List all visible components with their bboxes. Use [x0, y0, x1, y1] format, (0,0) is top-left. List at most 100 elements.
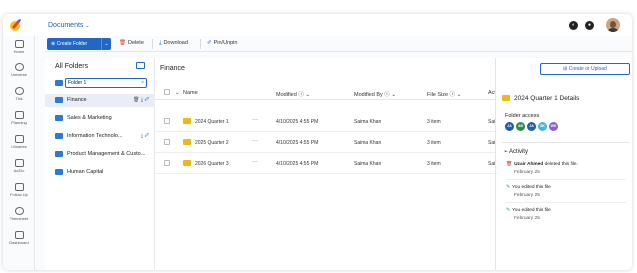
- select-all-checkbox[interactable]: [164, 89, 170, 95]
- branch-icon: [14, 183, 24, 191]
- trash-icon: 🗑: [119, 40, 126, 46]
- folder-icon: [55, 115, 63, 121]
- close-icon[interactable]: ×: [141, 79, 144, 87]
- col-name[interactable]: Name: [183, 90, 198, 96]
- left-rail: Home Universe Tick Planning Libraries Ac…: [3, 36, 35, 270]
- divider: [200, 39, 201, 49]
- row-checkbox[interactable]: [164, 160, 170, 166]
- activity-date: February 25: [514, 216, 540, 221]
- activity-user: Uzair Ahmed: [514, 162, 544, 167]
- folder-item-human-capital[interactable]: Human Capital: [45, 166, 155, 179]
- activity-title: ⌁ Activity: [504, 148, 528, 155]
- new-folder-value: Folder 1: [68, 80, 87, 86]
- sort-icon[interactable]: ⌄: [175, 90, 180, 96]
- more-icon[interactable]: ···: [252, 138, 258, 144]
- trash-icon: 🗑: [506, 162, 513, 167]
- app-title[interactable]: Documents ⌄: [48, 22, 90, 29]
- trash-icon[interactable]: 🗑: [133, 97, 139, 103]
- rail-label: Planning: [11, 120, 27, 125]
- pin-unpin-button[interactable]: ✐ Pin/Unpin: [207, 40, 237, 46]
- table-row[interactable]: 2026 Quarter 3 ··· 4/10/2025 4:55 PM Sai…: [155, 154, 499, 174]
- divider: [152, 39, 153, 49]
- folder-item-finance[interactable]: Finance 🗑 ⤓ ✐: [45, 94, 155, 107]
- cell-modified-by: Saima Khan: [354, 140, 382, 146]
- rail-label: Follow Up: [10, 192, 28, 197]
- download-icon[interactable]: ⤓: [141, 133, 143, 139]
- folder-label: Product Management & Custo...: [67, 151, 146, 157]
- more-icon[interactable]: ···: [252, 159, 258, 165]
- folders-title: All Folders: [55, 63, 89, 70]
- access-avatar[interactable]: AB: [516, 122, 525, 131]
- cell-modified: 4/10/2025 4:55 PM: [276, 161, 319, 167]
- folder-icon: [183, 139, 191, 145]
- folder-item-product[interactable]: Product Management & Custo...: [45, 148, 155, 161]
- grid-icon: [14, 231, 24, 239]
- rail-item-tick[interactable]: Tick: [3, 87, 35, 101]
- folder-access-title: Folder access: [505, 113, 540, 119]
- folders-panel: All Folders Folder 1 × Finance 🗑 ⤓ ✐ Sal…: [45, 58, 155, 270]
- col-modified-by[interactable]: Modified By ⓘ ⌄: [354, 90, 396, 98]
- activity-text: deleted this file.: [543, 162, 578, 167]
- app-window: Documents ⌄ ◐ ● Home Universe Tick Planni…: [3, 14, 632, 270]
- pin-icon[interactable]: ✐: [144, 97, 149, 103]
- globe-icon: [14, 63, 24, 71]
- download-icon[interactable]: ⤓: [141, 97, 143, 103]
- rail-item-timesheet[interactable]: Timesheet: [3, 207, 35, 221]
- table-header: ⌄ Name Modified ⓘ ⌄ Modified By ⓘ ⌄ File…: [155, 85, 497, 100]
- col-file-size[interactable]: File Size ⓘ ⌄: [427, 90, 461, 98]
- clock-icon: [14, 87, 24, 95]
- rail-item-libraries[interactable]: Libraries: [3, 135, 35, 149]
- folder-item-sales[interactable]: Sales & Marketing: [45, 112, 155, 125]
- col-modified-label: Modified: [276, 92, 297, 98]
- moon-icon[interactable]: ◐: [569, 21, 578, 30]
- folder-label: Sales & Marketing: [67, 115, 112, 121]
- download-icon: ⤓: [159, 40, 162, 46]
- folder-icon: [183, 118, 191, 124]
- folder-icon: [55, 97, 63, 103]
- row-checkbox[interactable]: [164, 118, 170, 124]
- folder-icon: [55, 169, 63, 175]
- more-icon[interactable]: ···: [252, 117, 258, 123]
- toolbar: ⊕ Create Folder ⌄ 🗑 Delete ⤓ Download ✐ Pin…: [45, 36, 632, 52]
- cell-name[interactable]: 2026 Quarter 3: [195, 161, 229, 167]
- access-avatar[interactable]: WK: [549, 122, 558, 131]
- new-folder-input[interactable]: Folder 1 ×: [65, 78, 147, 88]
- access-avatar[interactable]: SK: [538, 122, 547, 131]
- access-avatar[interactable]: JA: [505, 122, 514, 131]
- download-label: Download: [163, 40, 188, 46]
- table-row[interactable]: 2024 Quarter 1 ··· 4/10/2025 4:55 PM Sai…: [155, 112, 499, 132]
- col-modified[interactable]: Modified ⓘ ⌄: [276, 90, 310, 98]
- cell-size: 3 item: [427, 140, 441, 146]
- rail-item-universe[interactable]: Universe: [3, 63, 35, 77]
- row-checkbox[interactable]: [164, 139, 170, 145]
- access-avatar[interactable]: JA: [527, 122, 536, 131]
- folder-actions[interactable]: 🗑 ⤓ ✐: [133, 97, 149, 103]
- folder-item-it[interactable]: Information Technolo... ⤓ ✐: [45, 130, 155, 143]
- rail-item-dashboard[interactable]: Dashboard: [3, 231, 35, 245]
- clock-icon: [14, 207, 24, 215]
- cell-name[interactable]: 2024 Quarter 1: [195, 119, 229, 125]
- delete-button[interactable]: 🗑 Delete: [119, 40, 144, 46]
- rail-item-acdc[interactable]: Ac/Dc: [3, 159, 35, 173]
- folder-actions[interactable]: ⤓ ✐: [141, 133, 149, 139]
- folder-icon: [502, 95, 510, 101]
- table-row[interactable]: 2025 Quarter 2 ··· 4/10/2025 4:55 PM Sai…: [155, 133, 499, 153]
- app-logo-icon[interactable]: [9, 18, 23, 32]
- chevron-down-icon: ⌄: [456, 92, 462, 98]
- page-title: Finance: [160, 65, 185, 72]
- divider: [506, 202, 626, 203]
- panel-toggle-icon[interactable]: [136, 62, 145, 69]
- rail-item-follow-up[interactable]: Follow Up: [3, 183, 35, 197]
- create-folder-button[interactable]: ⊕ Create Folder ⌄: [47, 38, 111, 50]
- user-avatar[interactable]: [606, 18, 620, 32]
- info-icon: ⓘ: [384, 92, 390, 98]
- download-button[interactable]: ⤓ Download: [159, 40, 188, 47]
- cell-name[interactable]: 2025 Quarter 2: [195, 140, 229, 146]
- rail-item-planning[interactable]: Planning: [3, 111, 35, 125]
- pin-icon[interactable]: ✐: [144, 133, 149, 139]
- bell-icon[interactable]: ●: [585, 21, 594, 30]
- create-or-upload-button[interactable]: ⊞ Create or Upload: [540, 63, 630, 75]
- rail-item-home[interactable]: Home: [3, 40, 35, 54]
- chevron-down-icon[interactable]: ⌄: [101, 38, 111, 50]
- rail-label: Tick: [15, 96, 23, 101]
